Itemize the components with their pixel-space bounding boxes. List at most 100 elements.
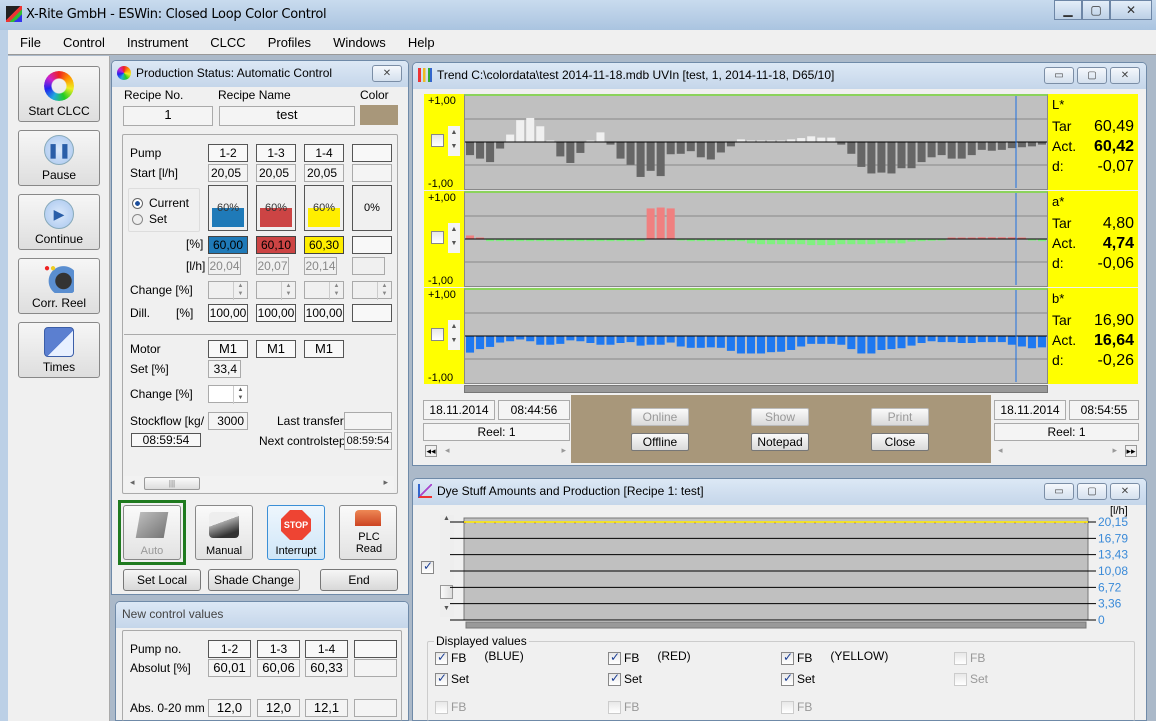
scroll-left-icon[interactable]: ◂ [445, 445, 450, 456]
dye-scrollbar[interactable] [465, 621, 1087, 629]
trend-show-checkbox[interactable] [431, 134, 444, 147]
online-button[interactable]: Online [631, 408, 689, 426]
minimize-button[interactable]: ▁ [1054, 0, 1082, 20]
displayed-value-checkbox[interactable]: FB (YELLOW) [781, 649, 888, 665]
displayed-value-checkbox[interactable]: Set [435, 671, 487, 686]
checkbox-box[interactable] [435, 671, 448, 686]
checkbox-box[interactable] [781, 700, 794, 714]
menu-profiles[interactable]: Profiles [268, 35, 311, 50]
pump-change-2[interactable]: ▲ ▼ [256, 281, 296, 300]
scroll-down-icon[interactable]: ▼ [443, 605, 450, 612]
checkbox-box[interactable] [608, 671, 621, 686]
displayed-value-checkbox[interactable]: Set [781, 671, 833, 686]
trend-bar [666, 142, 675, 155]
scroll-right-icon[interactable]: ▸ [561, 445, 566, 456]
menu-windows[interactable]: Windows [333, 35, 386, 50]
trend-bar [767, 336, 776, 353]
first-record-icon[interactable]: ◂◂ [425, 445, 437, 457]
set-local-button[interactable]: Set Local [123, 569, 201, 591]
scroll-left-icon[interactable]: ◂ [998, 445, 1003, 456]
show-button[interactable]: Show [751, 408, 809, 426]
checkbox-box[interactable] [954, 672, 967, 686]
times-button[interactable]: Times [18, 322, 100, 378]
trend-scrollbar[interactable] [464, 385, 1048, 393]
trend-show-checkbox[interactable] [431, 328, 444, 341]
spinner-icon[interactable]: ▲ ▼ [377, 282, 391, 300]
trend-scale-spinner[interactable]: ▲ ▼ [448, 223, 460, 253]
scroll-up-icon[interactable]: ▲ [443, 515, 450, 522]
manual-button[interactable]: Manual [195, 505, 253, 560]
notepad-button[interactable]: Notepad [751, 433, 809, 451]
displayed-value-checkbox[interactable]: Set [608, 671, 660, 686]
trend-bar [686, 336, 695, 348]
corr-reel-button[interactable]: ●● Corr. Reel [18, 258, 100, 314]
continue-button[interactable]: ▶ Continue [18, 194, 100, 250]
radio-set[interactable]: Set [132, 212, 167, 226]
spinner-icon[interactable]: ▲ ▼ [233, 282, 247, 300]
trend-bar [917, 336, 926, 343]
dye-chart: 20,15 16,79 13,43 10,08 6,72 3,36 0 [450, 515, 1128, 629]
menu-clcc[interactable]: CLCC [210, 35, 245, 50]
checkbox-box[interactable] [435, 700, 448, 714]
displayed-value-checkbox[interactable]: FB [608, 700, 657, 714]
dye-show-checkbox[interactable] [421, 559, 434, 574]
radio-current[interactable]: Current [132, 196, 189, 210]
displayed-value-checkbox[interactable]: Set [954, 672, 1006, 686]
minimize-window-button[interactable]: ▭ [1044, 67, 1074, 84]
close-window-button[interactable]: ✕ [1110, 67, 1140, 84]
motor-change-input[interactable]: ▲ ▼ [208, 385, 248, 404]
scroll-right-icon[interactable]: ▸ [383, 477, 388, 488]
close-trend-button[interactable]: Close [871, 433, 929, 451]
right-nav-scroller[interactable]: ◂ ▸ ▸▸ [994, 445, 1139, 459]
minimize-window-button[interactable]: ▭ [1044, 483, 1074, 500]
start-clcc-button[interactable]: Start CLCC [18, 66, 100, 122]
pump-dill-4 [352, 304, 392, 322]
checkbox-box[interactable] [954, 651, 967, 665]
print-button[interactable]: Print [871, 408, 929, 426]
pump-change-3[interactable]: ▲ ▼ [304, 281, 344, 300]
maximize-button[interactable]: ▢ [1082, 0, 1110, 20]
pump-change-1[interactable]: ▲ ▼ [208, 281, 248, 300]
trend-scale-spinner[interactable]: ▲ ▼ [448, 126, 460, 156]
spinner-icon[interactable]: ▲ ▼ [329, 282, 343, 300]
trend-scale-spinner[interactable]: ▲ ▼ [448, 320, 460, 350]
trend-bar [977, 336, 986, 343]
left-nav-scroller[interactable]: ◂◂ ◂ ▸ [423, 445, 570, 459]
trend-show-checkbox[interactable] [431, 231, 444, 244]
y-max-label: +1,00 [428, 289, 456, 301]
checkbox-box[interactable] [608, 700, 621, 714]
scroll-right-icon[interactable]: ▸ [1112, 445, 1117, 456]
displayed-value-checkbox[interactable]: FB [781, 700, 830, 714]
menu-file[interactable]: File [20, 35, 41, 50]
displayed-value-checkbox[interactable]: FB (RED) [608, 649, 691, 665]
close-window-button[interactable]: ✕ [1110, 483, 1140, 500]
horizontal-scrollbar[interactable]: ◂ ||| ▸ [124, 476, 394, 492]
maximize-window-button[interactable]: ▢ [1077, 483, 1107, 500]
spinner-icon[interactable]: ▲ ▼ [233, 386, 247, 404]
pause-button[interactable]: ❚❚ Pause [18, 130, 100, 186]
menu-help[interactable]: Help [408, 35, 435, 50]
checkbox-box[interactable] [781, 650, 794, 665]
offline-button[interactable]: Offline [631, 433, 689, 451]
displayed-value-checkbox[interactable]: FB [435, 700, 484, 714]
checkbox-box[interactable] [435, 650, 448, 665]
interrupt-button[interactable]: STOP Interrupt [267, 505, 325, 560]
menu-instrument[interactable]: Instrument [127, 35, 188, 50]
menu-control[interactable]: Control [63, 35, 105, 50]
auto-button[interactable]: Auto [123, 505, 181, 560]
end-button[interactable]: End [320, 569, 398, 591]
scroll-left-icon[interactable]: ◂ [130, 477, 135, 488]
pump-change-4[interactable]: ▲ ▼ [352, 281, 392, 300]
plc-read-button[interactable]: PLC Read [339, 505, 397, 560]
close-window-button[interactable]: ✕ [372, 65, 402, 82]
checkbox-box[interactable] [608, 650, 621, 665]
displayed-value-checkbox[interactable]: FB (BLUE) [435, 649, 524, 665]
displayed-value-checkbox[interactable]: FB [954, 651, 1003, 665]
close-button[interactable]: ✕ [1110, 0, 1152, 20]
maximize-window-button[interactable]: ▢ [1077, 67, 1107, 84]
shade-change-button[interactable]: Shade Change [208, 569, 300, 591]
scroll-thumb[interactable]: ||| [144, 477, 200, 490]
spinner-icon[interactable]: ▲ ▼ [281, 282, 295, 300]
checkbox-box[interactable] [781, 671, 794, 686]
last-record-icon[interactable]: ▸▸ [1125, 445, 1137, 457]
